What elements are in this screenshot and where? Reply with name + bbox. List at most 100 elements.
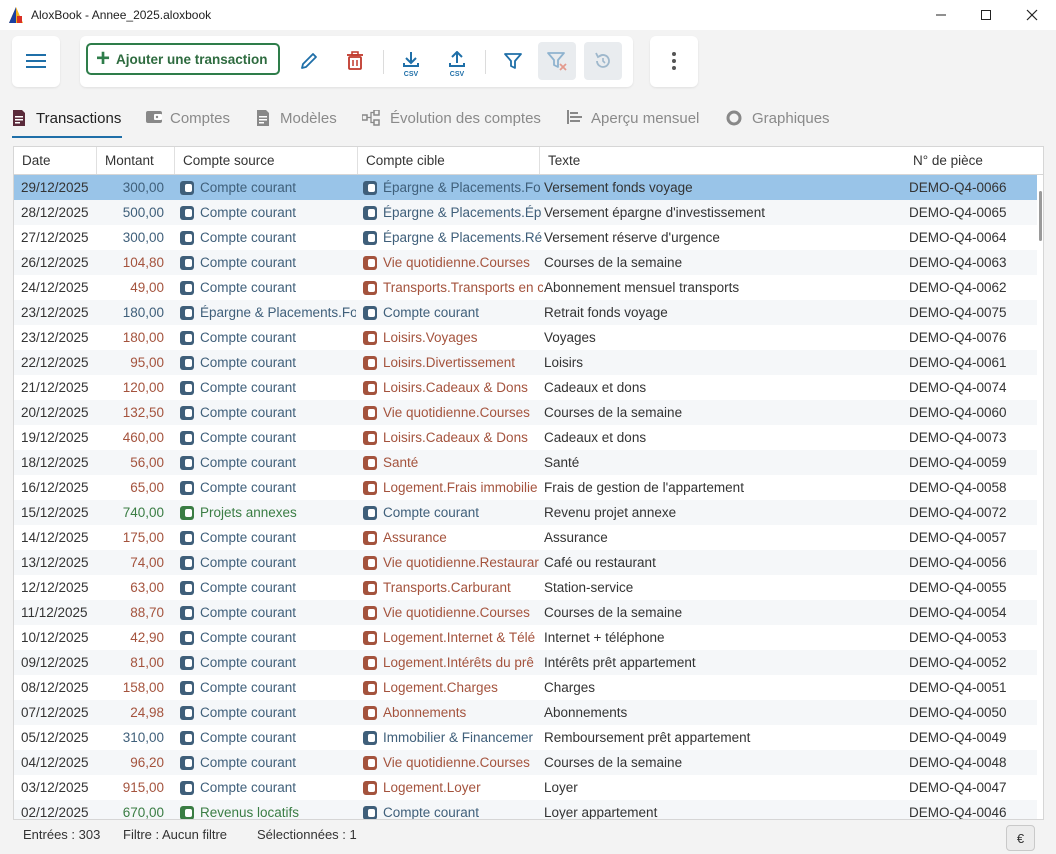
table-row[interactable]: 12/12/2025 63,00 Compte courant Transports.… (14, 575, 1037, 600)
target-account-label: Logement.Intérêts du prê (383, 655, 534, 670)
table-row[interactable]: 03/12/2025 915,00 Compte courant Logement.L… (14, 775, 1037, 800)
table-row[interactable]: 18/12/2025 56,00 Compte courant Santé Santé D… (14, 450, 1037, 475)
table-row[interactable]: 11/12/2025 88,70 Compte courant Vie quotidi… (14, 600, 1037, 625)
cell-source-account: Compte courant (180, 675, 356, 700)
close-button[interactable] (1009, 0, 1055, 30)
table-row[interactable]: 22/12/2025 95,00 Compte courant Loisirs.Div… (14, 350, 1037, 375)
table-row[interactable]: 09/12/2025 81,00 Compte courant Logement.In… (14, 650, 1037, 675)
cell-amount: 740,00 (122, 505, 164, 520)
table-row[interactable]: 24/12/2025 49,00 Compte courant Transports.… (14, 275, 1037, 300)
table-row[interactable]: 20/12/2025 132,50 Compte courant Vie quotid… (14, 400, 1037, 425)
cell-amount: 460,00 (122, 430, 164, 445)
filter-button[interactable] (494, 42, 532, 80)
table-row[interactable]: 19/12/2025 460,00 Compte courant Loisirs.Ca… (14, 425, 1037, 450)
column-header-date[interactable]: Date (14, 147, 97, 174)
tab-transactions[interactable]: Transactions (12, 100, 121, 136)
delete-button[interactable] (336, 42, 374, 80)
column-header-compte-cible[interactable]: Compte cible (358, 147, 540, 174)
cell-source-account: Compte courant (180, 625, 356, 650)
column-header-texte[interactable]: Texte (540, 147, 905, 174)
account-icon (363, 330, 377, 345)
tab-graphiques[interactable]: Graphiques (726, 100, 830, 136)
table-row[interactable]: 05/12/2025 310,00 Compte courant Immobilier… (14, 725, 1037, 750)
account-icon (363, 755, 377, 770)
maximize-icon (981, 10, 991, 20)
table-row[interactable]: 08/12/2025 158,00 Compte courant Logement.C… (14, 675, 1037, 700)
cell-amount: 56,00 (130, 455, 164, 470)
account-icon (363, 205, 377, 220)
minimize-button[interactable] (918, 0, 964, 30)
table-row[interactable]: 07/12/2025 24,98 Compte courant Abonnements… (14, 700, 1037, 725)
table-row[interactable]: 02/12/2025 670,00 Revenus locatifs Compte c… (14, 800, 1037, 819)
vertical-scrollbar[interactable] (1039, 191, 1042, 241)
cell-text: Santé (544, 455, 580, 470)
table-header: Date Montant Compte source Compte cible … (14, 147, 1043, 175)
toolbar-separator (383, 50, 384, 74)
tab-label: Transactions (36, 109, 122, 127)
table-row[interactable]: 14/12/2025 175,00 Compte courant Assurance A… (14, 525, 1037, 550)
tab-evolution-comptes[interactable]: Évolution des comptes (361, 100, 541, 136)
table-row[interactable]: 26/12/2025 104,80 Compte courant Vie quotid… (14, 250, 1037, 275)
column-header-compte-source[interactable]: Compte source (175, 147, 358, 174)
reset-button[interactable] (584, 42, 622, 80)
target-account-label: Loisirs.Cadeaux & Dons (383, 380, 528, 395)
cell-amount: 63,00 (130, 580, 164, 595)
source-account-label: Compte courant (200, 230, 297, 245)
column-header-montant[interactable]: Montant (97, 147, 175, 174)
cell-text: Station-service (544, 580, 634, 595)
target-account-label: Vie quotidienne.Restaurar (383, 555, 539, 570)
csv-import-button[interactable]: CSV (392, 42, 430, 80)
account-icon (180, 430, 194, 445)
table-row[interactable]: 16/12/2025 65,00 Compte courant Logement.Fr… (14, 475, 1037, 500)
table-row[interactable]: 04/12/2025 96,20 Compte courant Vie quotidi… (14, 750, 1037, 775)
edit-button[interactable] (290, 42, 328, 80)
account-icon (363, 680, 377, 695)
source-account-label: Compte courant (200, 655, 297, 670)
target-account-label: Vie quotidienne.Courses (383, 255, 530, 270)
table-row[interactable]: 21/12/2025 120,00 Compte courant Loisirs.Ca… (14, 375, 1037, 400)
tab-modeles[interactable]: Modèles (256, 100, 337, 136)
source-account-label: Compte courant (200, 530, 297, 545)
tab-bar: Transactions Comptes Modèles Évolution d… (0, 100, 1056, 138)
table-row[interactable]: 27/12/2025 300,00 Compte courant Épargne & … (14, 225, 1037, 250)
account-icon (180, 555, 194, 570)
cell-target-account: Compte courant (363, 300, 543, 325)
account-icon (363, 655, 377, 670)
target-account-label: Compte courant (383, 305, 480, 320)
table-row[interactable]: 15/12/2025 740,00 Projets annexes Compte co… (14, 500, 1037, 525)
table-row[interactable]: 10/12/2025 42,90 Compte courant Logement.In… (14, 625, 1037, 650)
target-account-label: Épargne & Placements.Ré (383, 230, 543, 245)
hamburger-menu-button[interactable] (17, 42, 55, 80)
account-icon (180, 455, 194, 470)
tab-comptes[interactable]: Comptes (146, 100, 230, 136)
cell-document-number: DEMO-Q4-0074 (909, 380, 1007, 395)
add-transaction-button[interactable]: + Ajouter une transaction (86, 43, 280, 75)
table-row[interactable]: 23/12/2025 180,00 Compte courant Loisirs.Vo… (14, 325, 1037, 350)
cell-source-account: Compte courant (180, 600, 356, 625)
clear-filter-button[interactable] (538, 42, 576, 80)
tab-apercu-mensuel[interactable]: Aperçu mensuel (567, 100, 699, 136)
table-row[interactable]: 23/12/2025 180,00 Épargne & Placements.Fo C… (14, 300, 1037, 325)
table-row[interactable]: 29/12/2025 300,00 Compte courant Épargne & … (14, 175, 1037, 200)
cell-source-account: Épargne & Placements.Fo (180, 300, 356, 325)
more-options-button[interactable] (655, 42, 693, 80)
account-icon (180, 580, 194, 595)
cell-amount: 310,00 (122, 730, 164, 745)
maximize-button[interactable] (963, 0, 1009, 30)
account-icon (363, 455, 377, 470)
target-account-label: Transports.Carburant (383, 580, 511, 595)
cell-target-account: Épargne & Placements.Ré (363, 225, 543, 250)
column-header-numero-piece[interactable]: N° de pièce (905, 147, 1043, 174)
csv-import-label: CSV (403, 71, 419, 78)
table-row[interactable]: 28/12/2025 500,00 Compte courant Épargne & … (14, 200, 1037, 225)
csv-export-button[interactable]: CSV (438, 42, 476, 80)
tab-label: Évolution des comptes (390, 109, 541, 127)
tab-label: Modèles (280, 109, 337, 127)
table-row[interactable]: 13/12/2025 74,00 Compte courant Vie quotidi… (14, 550, 1037, 575)
account-icon (363, 405, 377, 420)
source-account-label: Compte courant (200, 280, 297, 295)
source-account-label: Compte courant (200, 380, 297, 395)
cell-target-account: Loisirs.Cadeaux & Dons (363, 375, 543, 400)
currency-button[interactable]: € (1006, 825, 1035, 851)
target-account-label: Immobilier & Financemer (383, 730, 534, 745)
